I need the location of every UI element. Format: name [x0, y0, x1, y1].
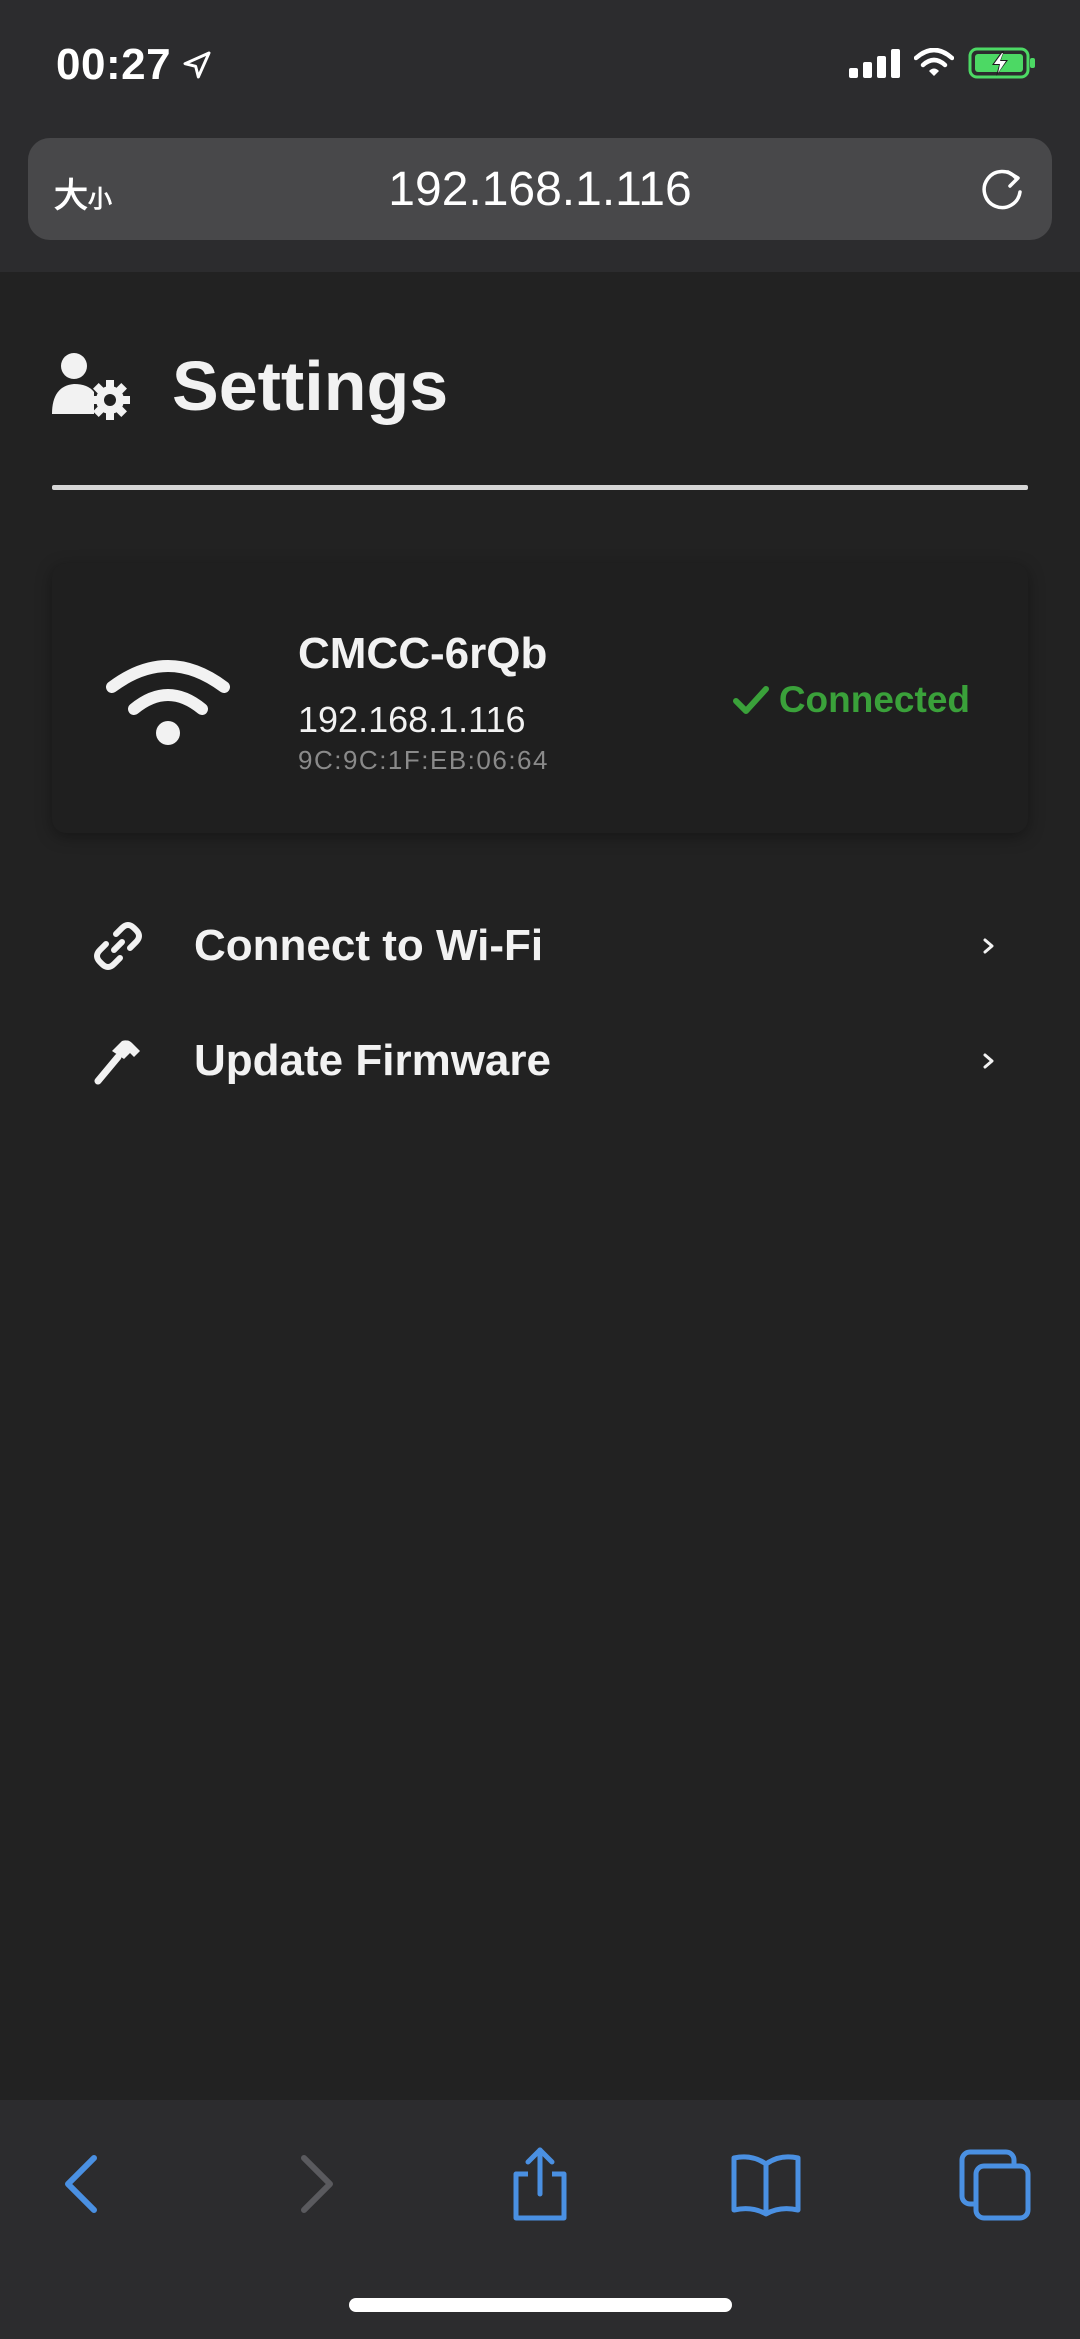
- page-title: Settings: [172, 347, 449, 425]
- share-icon: [513, 2147, 567, 2221]
- connection-status-label: Connected: [778, 679, 970, 720]
- network-ip: 192.168.1.116: [298, 699, 526, 740]
- link-icon: [94, 922, 142, 970]
- status-time: 00:27: [56, 40, 213, 90]
- bookmarks-icon: [731, 2154, 801, 2217]
- battery-charging-icon: [968, 47, 1035, 79]
- back-button[interactable]: [44, 2144, 124, 2224]
- chevron-right-icon: [983, 938, 994, 954]
- menu-item-label: Update Firmware: [194, 1036, 551, 1085]
- user-cog-icon: [52, 353, 130, 420]
- status-time-text: 00:27: [56, 40, 172, 89]
- network-ssid: CMCC-6rQb: [298, 629, 548, 678]
- home-indicator[interactable]: [349, 2298, 732, 2312]
- menu-item-update-firmware[interactable]: Update Firmware: [52, 1011, 1028, 1111]
- signal-icon: [849, 48, 900, 78]
- wifi-status-icon: [914, 48, 954, 76]
- share-button[interactable]: [500, 2144, 580, 2224]
- url-text[interactable]: 192.168.1.116: [28, 162, 1052, 217]
- page-header: Settings: [52, 346, 448, 426]
- header-divider: [52, 485, 1028, 490]
- current-network-card: CMCC-6rQb 192.168.1.116 9C:9C:1F:EB:06:6…: [52, 563, 1028, 833]
- reload-icon[interactable]: [976, 164, 1028, 216]
- menu-item-connect-wifi[interactable]: Connect to Wi-Fi: [52, 896, 1028, 996]
- menu-item-label: Connect to Wi-Fi: [194, 921, 544, 970]
- chevron-right-icon: [983, 1053, 994, 1069]
- checkmark-icon: [732, 686, 769, 714]
- forward-icon: [301, 2155, 333, 2213]
- tabs-icon: [959, 2149, 1031, 2221]
- hammer-icon: [94, 1040, 140, 1085]
- location-arrow-icon: [183, 51, 211, 79]
- tabs-button[interactable]: [954, 2144, 1034, 2224]
- wifi-icon: [106, 660, 230, 745]
- connection-status: Connected: [732, 679, 970, 721]
- status-icons: [849, 46, 1038, 80]
- bookmarks-button[interactable]: [726, 2144, 806, 2224]
- network-mac: 9C:9C:1F:EB:06:64: [298, 745, 549, 775]
- back-icon: [65, 2155, 97, 2213]
- url-bar[interactable]: 大小 192.168.1.116: [28, 138, 1052, 240]
- forward-button[interactable]: [274, 2144, 354, 2224]
- browser-chrome: 00:27 大小 192.168.1.116: [0, 0, 1080, 272]
